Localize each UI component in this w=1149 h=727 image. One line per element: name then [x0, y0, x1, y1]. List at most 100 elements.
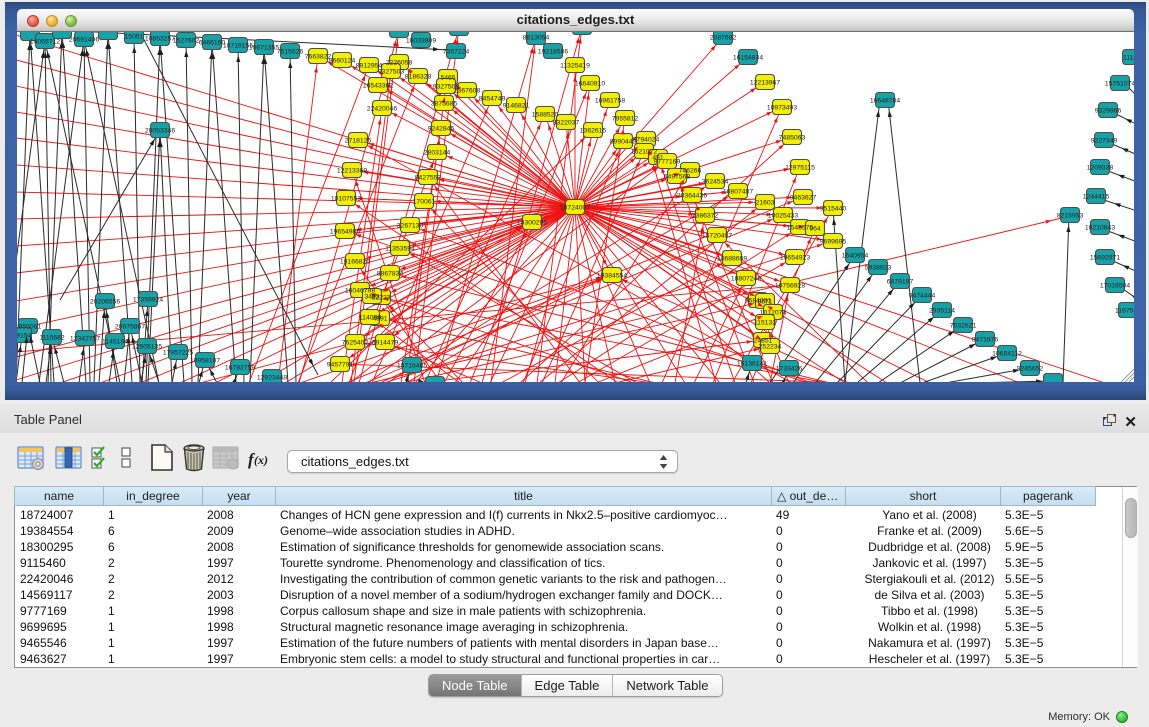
svg-text:12342757: 12342757 [70, 336, 100, 343]
svg-text:1145194: 1145194 [102, 339, 128, 346]
svg-text:12213369: 12213369 [337, 168, 367, 175]
svg-text:15751074: 15751074 [1105, 81, 1134, 88]
svg-text:8427552: 8427552 [415, 175, 442, 182]
svg-text:16543362: 16543362 [363, 83, 393, 90]
svg-text:9794024: 9794024 [633, 137, 660, 144]
svg-text:2718126: 2718126 [345, 138, 372, 145]
svg-text:1588520: 1588520 [532, 112, 559, 119]
svg-text:12923448: 12923448 [257, 375, 287, 382]
svg-text:10688609: 10688609 [717, 256, 747, 263]
svg-text:5465: 5465 [440, 75, 455, 82]
svg-text:3493: 3493 [364, 294, 379, 301]
svg-text:9146821: 9146821 [503, 103, 530, 110]
svg-text:9327503: 9327503 [378, 69, 405, 76]
svg-text:8454749: 8454749 [479, 96, 506, 103]
svg-text:17957225: 17957225 [163, 350, 193, 357]
svg-text:8813054: 8813054 [523, 35, 550, 42]
svg-text:7386372: 7386372 [692, 213, 719, 220]
svg-text:10756928: 10756928 [775, 283, 805, 290]
svg-text:1527602: 1527602 [173, 38, 200, 45]
svg-text:7032621: 7032621 [950, 323, 977, 330]
svg-text:19384554: 19384554 [597, 273, 627, 280]
svg-text:16210643: 16210643 [1085, 225, 1115, 232]
svg-text:1955061: 1955061 [17, 324, 41, 331]
svg-text:7357224: 7357224 [443, 49, 470, 56]
svg-text:7625402: 7625402 [342, 340, 369, 347]
svg-text:18300295: 18300295 [517, 220, 547, 227]
svg-text:16961758: 16961758 [595, 98, 625, 105]
svg-text:19654985: 19654985 [330, 229, 360, 236]
svg-text:964: 964 [809, 226, 821, 233]
svg-text:10107553: 10107553 [331, 196, 361, 203]
svg-text:9329966: 9329966 [1095, 108, 1122, 115]
svg-text:8867834: 8867834 [377, 271, 404, 278]
svg-text:20206556: 20206556 [90, 299, 120, 306]
svg-text:3267130: 3267130 [397, 223, 424, 230]
svg-text:3624534: 3624534 [702, 179, 729, 186]
svg-text:1362615: 1362615 [580, 128, 607, 135]
svg-text:20975867: 20975867 [115, 324, 145, 331]
svg-text:1012074: 1012074 [760, 310, 787, 317]
svg-text:11325419: 11325419 [560, 63, 590, 70]
svg-text:8215953: 8215953 [1057, 213, 1084, 220]
svg-text:19218586: 19218586 [538, 49, 568, 56]
svg-text:22420046: 22420046 [367, 106, 397, 113]
svg-text:9515440: 9515440 [820, 206, 847, 213]
svg-text:21603: 21603 [756, 200, 775, 207]
svg-text:20053346: 20053346 [145, 128, 175, 135]
svg-text:9245652: 9245652 [1017, 366, 1044, 373]
svg-text:10958107: 10958107 [190, 358, 220, 365]
svg-text:18807249: 18807249 [731, 276, 761, 283]
svg-text:9463627: 9463627 [790, 195, 817, 202]
svg-text:6914479: 6914479 [372, 340, 399, 347]
svg-text:2226058: 2226058 [386, 60, 413, 67]
svg-text:6466160: 6466160 [199, 40, 226, 47]
svg-text:10807487: 10807487 [723, 189, 753, 196]
svg-text:8471676: 8471676 [972, 337, 999, 344]
svg-text:15720407: 15720407 [702, 233, 732, 240]
svg-text:39154: 39154 [17, 333, 32, 340]
svg-text:14055712: 14055712 [30, 39, 60, 46]
svg-text:1640954: 1640954 [842, 253, 869, 260]
svg-text:18724007: 18724007 [560, 205, 590, 212]
svg-text:8186328: 8186328 [405, 74, 432, 81]
svg-text:10973493: 10973493 [767, 105, 797, 112]
svg-text:10025433: 10025433 [768, 213, 798, 220]
svg-text:16640910: 16640910 [575, 81, 605, 88]
svg-text:7515526: 7515526 [277, 49, 304, 56]
svg-text:15692971: 15692971 [1090, 255, 1120, 262]
svg-text:12975115: 12975115 [785, 165, 815, 172]
svg-text:9777169: 9777169 [654, 159, 681, 166]
svg-text:9227349: 9227349 [1091, 138, 1118, 145]
svg-text:2087682: 2087682 [710, 35, 737, 42]
svg-text:20364436: 20364436 [677, 193, 707, 200]
svg-text:16136141: 16136141 [737, 361, 767, 368]
svg-text:1209338: 1209338 [1087, 165, 1114, 172]
svg-text:12213967: 12213967 [750, 80, 780, 87]
svg-text:2935114: 2935114 [929, 308, 955, 315]
svg-text:3875685: 3875685 [431, 101, 458, 108]
svg-text:2367608: 2367608 [454, 88, 481, 95]
svg-text:19166825: 19166825 [340, 259, 370, 266]
svg-text:9242845: 9242845 [428, 126, 455, 133]
svg-text:10654112: 10654112 [992, 351, 1022, 358]
svg-text:9457791: 9457791 [327, 362, 354, 369]
svg-text:1167533: 1167533 [1115, 308, 1134, 315]
svg-text:16154834: 16154834 [733, 55, 763, 62]
svg-text:6497568: 6497568 [664, 174, 691, 181]
svg-text:9474444: 9474444 [909, 293, 936, 300]
svg-text:7485063: 7485063 [779, 135, 806, 142]
svg-text:7955812: 7955812 [612, 116, 639, 123]
svg-text:11123: 11123 [1123, 55, 1134, 62]
svg-text:114099: 114099 [359, 315, 381, 322]
svg-text:7663822: 7663822 [305, 54, 332, 61]
svg-text:17016504: 17016504 [1100, 283, 1130, 290]
svg-text:9699695: 9699695 [820, 239, 847, 246]
svg-text:(x): (x) [254, 453, 268, 467]
svg-text:1115682: 1115682 [39, 335, 65, 342]
svg-text:10671355: 10671355 [249, 45, 279, 52]
svg-text:10853257: 10853257 [145, 36, 175, 43]
svg-text:6879197: 6879197 [887, 279, 914, 286]
svg-text:19654923: 19654923 [780, 255, 810, 262]
svg-text:170061: 170061 [413, 199, 436, 206]
